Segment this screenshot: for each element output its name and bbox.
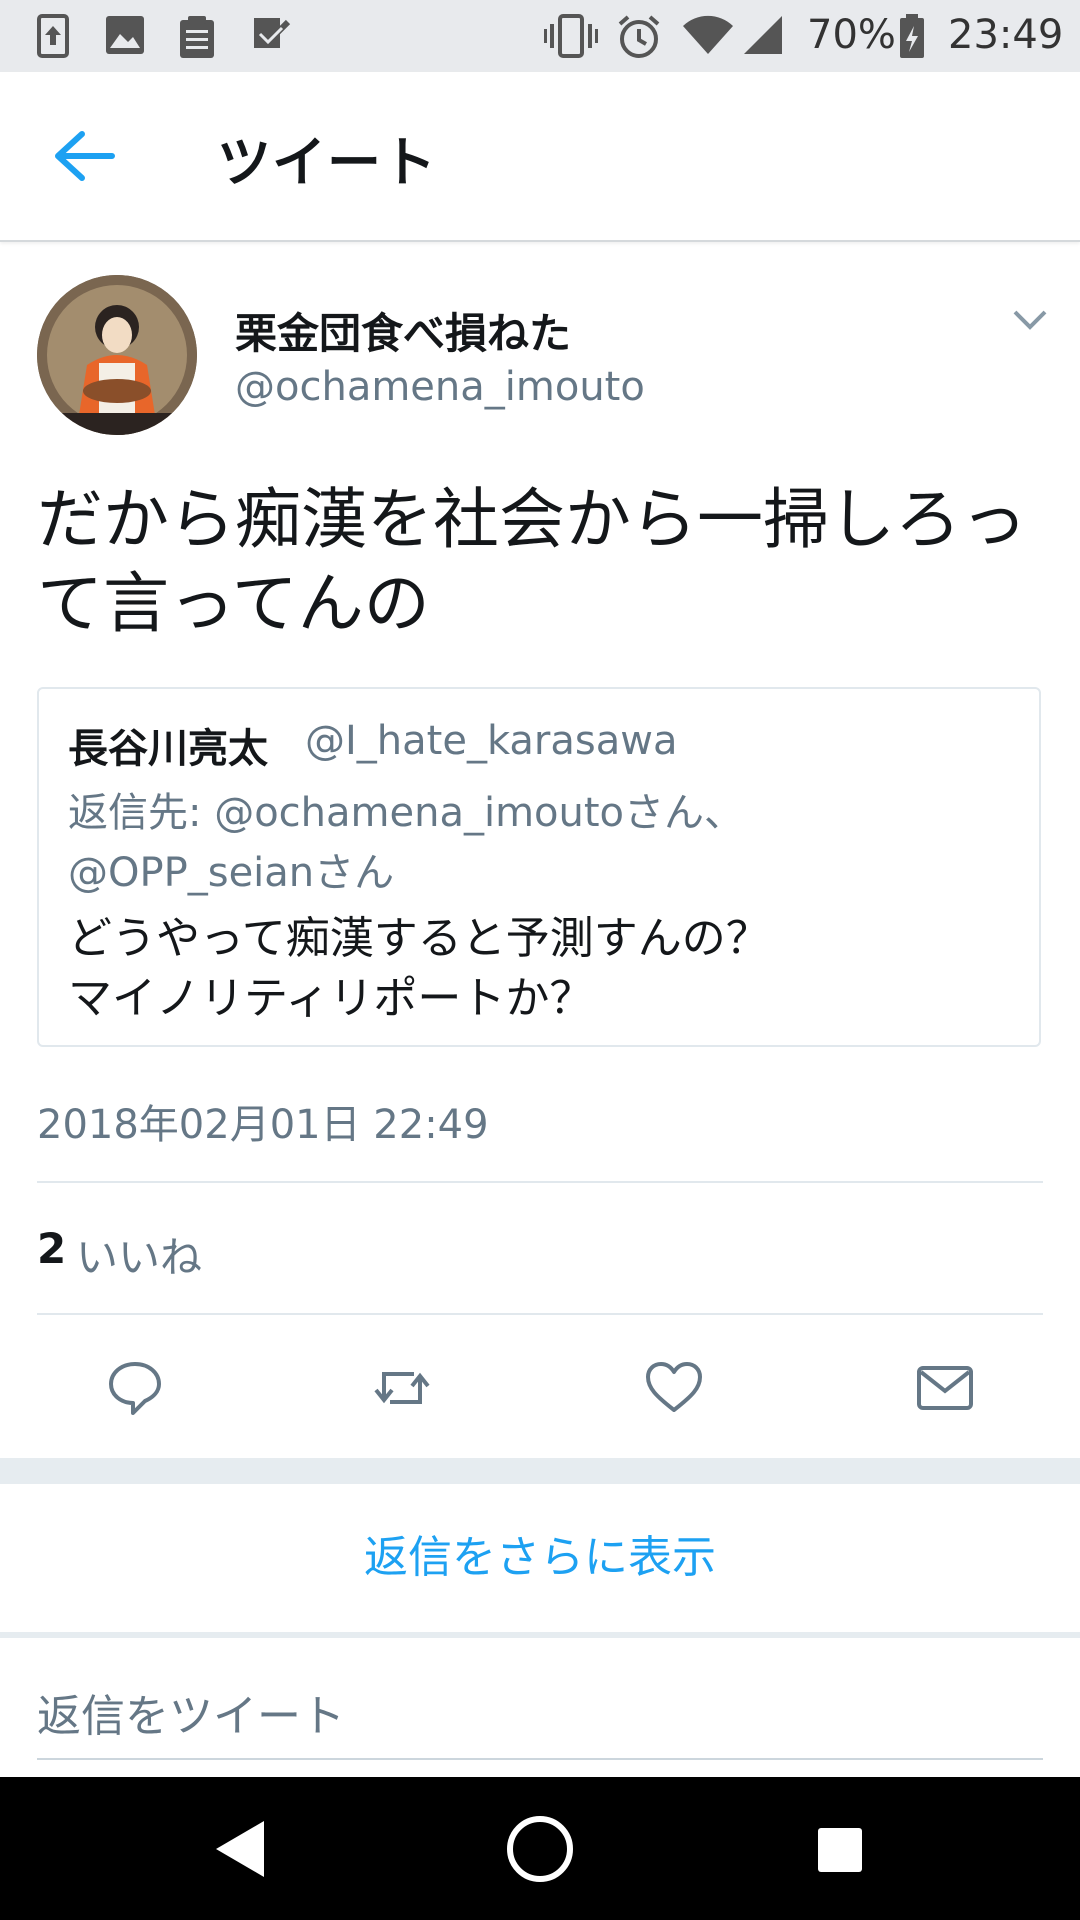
chevron-down-icon[interactable] [1012,308,1048,332]
quoted-reply-to: 返信先: @ochamena_imoutoさん、 [68,790,745,836]
tweet-text-line: て言ってんの [37,565,430,642]
share-mail-icon[interactable] [915,1358,975,1418]
divider [37,1181,1043,1183]
avatar-illustration [37,275,197,435]
tweet-text: だから痴漢を社会から一掃しろっ て言ってんの [37,478,1047,646]
divider [37,1313,1043,1315]
clock: 23:49 [948,12,1064,58]
section-separator [0,1458,1080,1484]
retweet-icon[interactable] [372,1358,432,1418]
user-handle[interactable]: @ochamena_imouto [235,364,645,410]
system-nav-bar [0,1777,1080,1920]
quoted-handle: @I_hate_karasawa [305,718,678,764]
reply-icon[interactable] [105,1358,165,1418]
nav-home-icon[interactable] [505,1814,575,1884]
reply-input-underline [37,1758,1043,1760]
quoted-text: マイノリティリポートか？ [68,973,594,1024]
likes-label[interactable]: いいね [76,1224,202,1285]
signal-icon [744,16,782,54]
app-header [0,72,1080,242]
status-bar: 70% 23:49 [0,0,1080,72]
quoted-display-name: 長谷川亮太 [68,726,268,772]
back-arrow-icon[interactable] [52,126,122,186]
checkmark-icon [254,18,291,48]
quoted-reply-to: @OPP_seianさん [68,850,395,896]
battery-icon [900,14,924,58]
quoted-text: どうやって痴漢すると予測すんの？ [68,913,770,964]
show-more-replies-link[interactable]: 返信をさらに表示 [0,1484,1080,1632]
upload-icon [37,14,69,58]
reply-input[interactable]: 返信をツイート [37,1680,345,1744]
battery-percent: 70% [807,12,896,58]
nav-back-icon[interactable] [212,1817,268,1881]
clipboard-icon [180,16,214,58]
image-icon [106,16,144,54]
section-separator [0,1632,1080,1638]
tweet-timestamp: 2018年02月01日 22:49 [37,1102,489,1148]
nav-recents-icon[interactable] [816,1826,864,1874]
avatar[interactable] [37,275,197,435]
display-name[interactable]: 栗金団食べ損ねた [235,300,571,361]
tweet-text-line: だから痴漢を社会から一掃しろっ [37,481,1027,558]
page-title: ツイート [217,131,437,194]
alarm-icon [618,15,660,58]
wifi-icon [683,15,733,54]
likes-count[interactable]: 2 [37,1224,66,1273]
like-icon[interactable] [644,1358,704,1418]
vibrate-icon [544,14,598,58]
